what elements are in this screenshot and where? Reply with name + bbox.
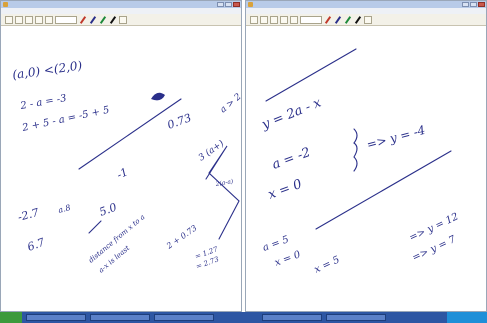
- hw-line: 6.7: [26, 236, 47, 254]
- brace-stroke: [353, 128, 358, 172]
- hw-line: a > 2: [219, 92, 242, 115]
- right-ink-canvas[interactable]: y = 2a - x a = -2 x = 0 => y = -4 a = 5 …: [246, 1, 487, 312]
- taskbar-item[interactable]: [154, 314, 214, 321]
- lower-line: [315, 150, 452, 230]
- hw-line: 5.0: [98, 201, 119, 219]
- right-window: y = 2a - x a = -2 x = 0 => y = -4 a = 5 …: [245, 0, 487, 312]
- start-button[interactable]: [0, 312, 22, 323]
- upper-line: [265, 48, 357, 102]
- scribble-mark: [151, 92, 165, 101]
- hw-line: -1: [115, 165, 130, 181]
- taskbar-item[interactable]: [262, 314, 322, 321]
- left-ink-canvas[interactable]: (a,0) <(2,0) 2 - a = -3 2 + 5 - a = -5 +…: [1, 1, 242, 312]
- arrow-stroke: [88, 220, 102, 234]
- left-window: (a,0) <(2,0) 2 - a = -3 2 + 5 - a = -5 +…: [0, 0, 242, 312]
- hw-line: x = 5: [313, 254, 342, 275]
- hw-line: y = 2a - x: [259, 95, 324, 133]
- hw-line: 0.73: [166, 111, 193, 132]
- hw-line: 2 + 0.73: [164, 223, 198, 251]
- hw-line: x = 0: [273, 249, 302, 269]
- taskbar: [0, 312, 487, 323]
- taskbar-item[interactable]: [26, 314, 86, 321]
- zigzag-stroke: [205, 145, 240, 240]
- hw-line: a = 5: [261, 234, 290, 254]
- hw-line: => y = -4: [365, 123, 427, 152]
- hw-line: 3 (a+): [196, 138, 226, 164]
- taskbar-item[interactable]: [326, 314, 386, 321]
- hw-line: (a,0) <(2,0): [11, 58, 83, 82]
- hw-line: a = -2: [270, 145, 312, 173]
- hw-line: -2.7: [16, 206, 40, 224]
- hw-line: x = 0: [266, 177, 304, 203]
- taskbar-item[interactable]: [90, 314, 150, 321]
- hw-line: 2 - a = -3: [19, 93, 68, 112]
- hw-line: a.8: [57, 203, 71, 215]
- system-tray-clock: [447, 312, 487, 323]
